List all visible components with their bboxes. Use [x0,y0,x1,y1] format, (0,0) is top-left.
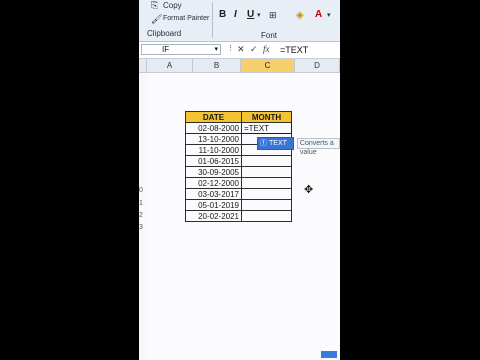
italic-button[interactable]: I [234,9,237,20]
row-header[interactable]: 3 [139,224,147,231]
table-row: 30-09-2005 [185,166,292,178]
table-row: 02-12-2000 [185,177,292,189]
function-icon: ⓕ [260,140,267,147]
bold-button[interactable]: B [219,9,226,20]
autocomplete-item-label: TEXT [269,140,287,147]
column-header-b[interactable]: B [193,59,241,73]
fill-color-icon[interactable]: ◈ [296,10,304,21]
formula-content[interactable]: =TEXT [280,45,308,55]
row-header[interactable]: 1 [139,200,147,207]
autocomplete-item-text[interactable]: ⓕ TEXT [257,137,294,150]
date-cell[interactable]: 11-10-2000 [185,144,242,156]
borders-icon[interactable]: ⊞ [269,10,277,21]
row-header[interactable]: 2 [139,212,147,219]
date-cell[interactable]: 13-10-2000 [185,133,242,145]
font-color-button[interactable]: A [315,9,322,20]
column-header-d[interactable]: D [295,59,340,73]
month-cell[interactable] [241,210,292,222]
font-group-label: Font [261,31,278,40]
date-cell[interactable]: 03-03-2017 [185,188,242,200]
select-all-corner[interactable] [139,59,147,73]
format-painter-button[interactable]: Format Painter [163,15,209,22]
month-cell[interactable] [241,199,292,211]
chevron-down-icon[interactable]: ▾ [257,11,261,19]
date-cell[interactable]: 20-02-2021 [185,210,242,222]
ribbon-divider [212,2,213,38]
month-cell[interactable] [241,177,292,189]
ribbon: ⎘ Copy 🖌 Format Painter Clipboard B I U … [139,0,340,42]
copy-button[interactable]: Copy [163,1,182,10]
date-cell[interactable]: 05-01-2019 [185,199,242,211]
function-autocomplete: ⓕ TEXT Converts a value [257,137,340,156]
status-indicator [321,351,337,358]
row-header[interactable]: 0 [139,187,147,194]
underline-button[interactable]: U [247,9,254,20]
month-cell[interactable] [241,155,292,167]
date-cell[interactable]: 02-08-2000 [185,122,242,134]
format-painter-icon[interactable]: 🖌 [151,14,162,25]
month-cell-editing[interactable]: =TEXT [241,122,292,134]
date-cell[interactable]: 01-06-2015 [185,155,242,167]
name-box[interactable]: IF ▾ [141,44,221,55]
function-tooltip: Converts a value [296,138,340,156]
month-cell[interactable] [241,166,292,178]
date-table: DATE MONTH 02-08-2000 =TEXT 13-10-2000 1… [185,111,292,222]
more-options-icon: ⋮ [227,45,234,52]
insert-function-button[interactable]: fx [263,44,270,54]
name-box-value: IF [162,45,170,54]
header-month[interactable]: MONTH [241,111,292,123]
cancel-button[interactable]: ✕ [237,44,245,55]
column-header-c[interactable]: C [241,59,295,73]
enter-button[interactable]: ✓ [250,44,258,55]
excel-window: ⎘ Copy 🖌 Format Painter Clipboard B I U … [139,0,340,360]
chevron-down-icon[interactable]: ▾ [327,11,331,19]
table-row: 05-01-2019 [185,199,292,211]
header-date[interactable]: DATE [185,111,242,123]
table-row: 01-06-2015 [185,155,292,167]
date-cell[interactable]: 30-09-2005 [185,166,242,178]
table-row: 02-08-2000 =TEXT [185,122,292,134]
table-header-row: DATE MONTH [185,111,292,123]
table-row: 20-02-2021 [185,210,292,222]
column-header-a[interactable]: A [147,59,193,73]
cell-cursor-icon: ✥ [304,184,314,196]
table-row: 03-03-2017 [185,188,292,200]
month-cell[interactable] [241,188,292,200]
date-cell[interactable]: 02-12-2000 [185,177,242,189]
chevron-down-icon[interactable]: ▾ [214,45,218,55]
copy-icon[interactable]: ⎘ [151,0,158,11]
formula-bar: IF ▾ ⋮ ✕ ✓ fx =TEXT [139,42,340,59]
clipboard-group-label: Clipboard [147,29,182,38]
